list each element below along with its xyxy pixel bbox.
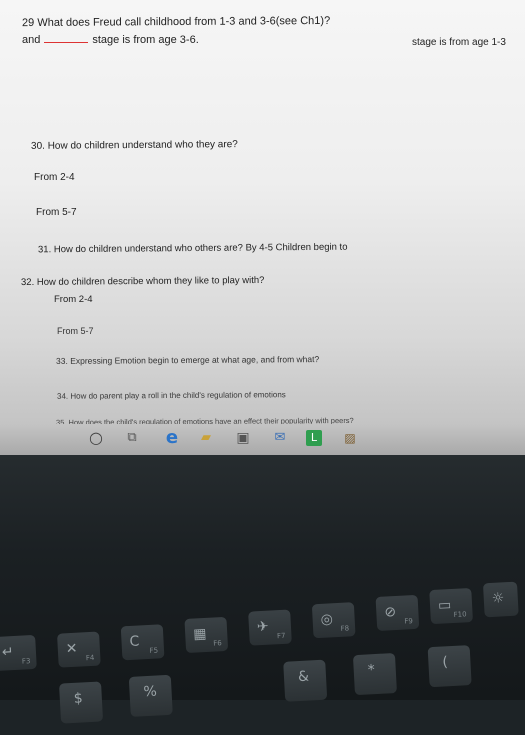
question-30-from-2-4: From 2-4 <box>34 172 75 183</box>
question-32: 32. How do children describe whom they l… <box>20 274 265 289</box>
key-f10[interactable]: ▭ F10 <box>429 587 473 625</box>
key-f3[interactable]: ↵ F3 <box>0 634 37 672</box>
key-percent[interactable]: % <box>128 674 173 717</box>
key-asterisk[interactable]: * <box>352 653 397 696</box>
key-dollar[interactable]: $ <box>59 681 104 724</box>
task-view-icon[interactable]: ⧉ <box>124 430 140 446</box>
file-explorer-icon[interactable]: ▰ <box>198 430 214 446</box>
key-f8[interactable]: ◎ F8 <box>311 602 356 639</box>
question-33: 33. Expressing Emotion begin to emerge a… <box>55 354 320 366</box>
edge-icon[interactable]: e <box>164 429 180 447</box>
question-32-from-5-7: From 5-7 <box>57 326 94 336</box>
taskbar: ○ ⧉ e ▰ ▣ ✉ L ▨ <box>0 424 525 455</box>
key-brightness[interactable]: ☼ <box>482 581 519 618</box>
document-screen: 29 What does Freud call childhood from 1… <box>0 0 525 455</box>
key-f4[interactable]: ✕ F4 <box>57 631 101 668</box>
laptop-keyboard-area: ↵ F3 ✕ F4 C F5 ▦ F6 ✈ F7 ◎ F8 ⊘ F9 ▭ F10 ☼ $ % &… <box>0 455 525 724</box>
key-ampersand[interactable]: & <box>283 659 328 702</box>
photos-icon[interactable]: ▨ <box>342 430 358 446</box>
key-f5[interactable]: C F5 <box>120 624 165 661</box>
question-29-line1: 29 What does Freud call childhood from 1… <box>21 14 331 30</box>
key-f6[interactable]: ▦ F6 <box>184 616 229 654</box>
question-29-line2: and stage is from age 3-6. <box>22 32 199 46</box>
app-l-icon[interactable]: L <box>306 430 322 446</box>
start-circle-icon[interactable]: ○ <box>88 430 104 446</box>
key-f7[interactable]: ✈ F7 <box>248 609 292 646</box>
question-32-from-2-4: From 2-4 <box>54 294 93 305</box>
question-31: 31. How do children understand who other… <box>37 241 348 256</box>
question-30: 30. How do children understand who they … <box>30 139 238 152</box>
question-30-from-5-7: From 5-7 <box>36 207 77 218</box>
question-29-right: stage is from age 1-3 <box>412 37 506 48</box>
question-29-stage: stage is from age 3-6. <box>92 34 199 46</box>
answer-blank-29[interactable] <box>44 32 89 43</box>
mail-icon[interactable]: ✉ <box>272 430 288 446</box>
question-29-and: and <box>22 34 41 46</box>
key-f9[interactable]: ⊘ F9 <box>375 594 420 631</box>
key-paren[interactable]: ( <box>427 645 472 688</box>
question-34: 34. How do parent play a roll in the chi… <box>56 390 286 401</box>
store-icon[interactable]: ▣ <box>235 430 251 446</box>
